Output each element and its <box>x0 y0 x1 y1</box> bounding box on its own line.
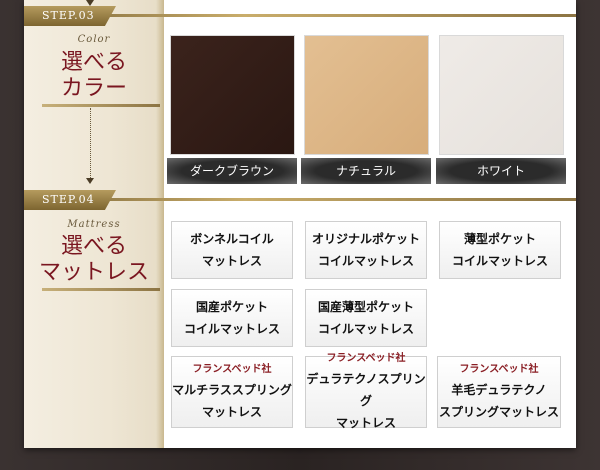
color-label-dark-brown[interactable]: ダークブラウン <box>167 158 297 184</box>
mattress-line2: マットレス <box>335 416 396 430</box>
mattress-option-domestic-thin-pocket[interactable]: 国産薄型ポケット コイルマットレス <box>305 289 427 347</box>
mattress-line1: ボンネルコイル <box>190 232 274 246</box>
mattress-line1: デュラテクノスプリング <box>306 372 426 408</box>
step3-subtitle: Color <box>77 34 111 45</box>
mattress-line1: 羊毛デュラテクノ <box>451 383 547 397</box>
mattress-option-wool-dura-techno[interactable]: フランスベッド社 羊毛デュラテクノ スプリングマットレス <box>437 356 561 428</box>
color-label-natural[interactable]: ナチュラル <box>301 158 431 184</box>
color-label-white[interactable]: ホワイト <box>436 158 566 184</box>
mattress-line1: 薄型ポケット <box>463 232 536 246</box>
step4-subtitle: Mattress <box>67 219 121 230</box>
mattress-option-multi-spring[interactable]: フランスベッド社 マルチラススプリング マットレス <box>171 356 293 428</box>
brand-label: フランスベッド社 <box>459 364 539 375</box>
brand-label: フランスベッド社 <box>192 364 272 375</box>
mattress-line1: オリジナルポケット <box>311 232 420 246</box>
swatch-natural[interactable] <box>305 36 428 154</box>
arrow-down-icon <box>86 0 94 6</box>
mattress-line1: マルチラススプリング <box>172 383 292 397</box>
step3-title-line1: 選べる <box>60 50 127 75</box>
swatch-dark-brown[interactable] <box>171 36 294 154</box>
mattress-line1: 国産ポケット <box>195 300 268 314</box>
mattress-line2: マットレス <box>201 254 262 268</box>
mattress-line2: コイルマットレス <box>451 254 548 268</box>
mattress-option-thin-pocket[interactable]: 薄型ポケット コイルマットレス <box>439 221 561 279</box>
step4-badge: STEP.04 <box>24 190 116 210</box>
step3-title-line2: カラー <box>60 76 127 101</box>
brand-label: フランスベッド社 <box>326 353 406 364</box>
mattress-option-bonnell[interactable]: ボンネルコイル マットレス <box>171 221 293 279</box>
mattress-line1: 国産薄型ポケット <box>317 300 414 314</box>
mattress-line2: スプリングマットレス <box>438 405 559 419</box>
step4-title-line2: マットレス <box>38 260 149 285</box>
mattress-line2: コイルマットレス <box>317 322 414 336</box>
step3-underline <box>42 104 160 107</box>
mattress-option-domestic-pocket[interactable]: 国産ポケット コイルマットレス <box>171 289 293 347</box>
mattress-line2: コイルマットレス <box>317 254 414 268</box>
step4-underline <box>42 288 160 291</box>
mattress-line2: コイルマットレス <box>183 322 280 336</box>
mattress-line2: マットレス <box>201 405 262 419</box>
mattress-option-dura-techno[interactable]: フランスベッド社 デュラテクノスプリング マットレス <box>305 353 427 430</box>
connector-line <box>90 108 91 178</box>
mattress-option-original-pocket[interactable]: オリジナルポケット コイルマットレス <box>305 221 427 279</box>
step4-title-line1: 選べる <box>60 234 127 259</box>
swatch-white[interactable] <box>440 36 563 154</box>
arrow-down-icon <box>86 178 94 184</box>
content-sheet: STEP.03 Color 選べる カラー ダークブラウン ナチュラル ホワイト… <box>24 0 576 448</box>
step3-badge: STEP.03 <box>24 6 116 26</box>
